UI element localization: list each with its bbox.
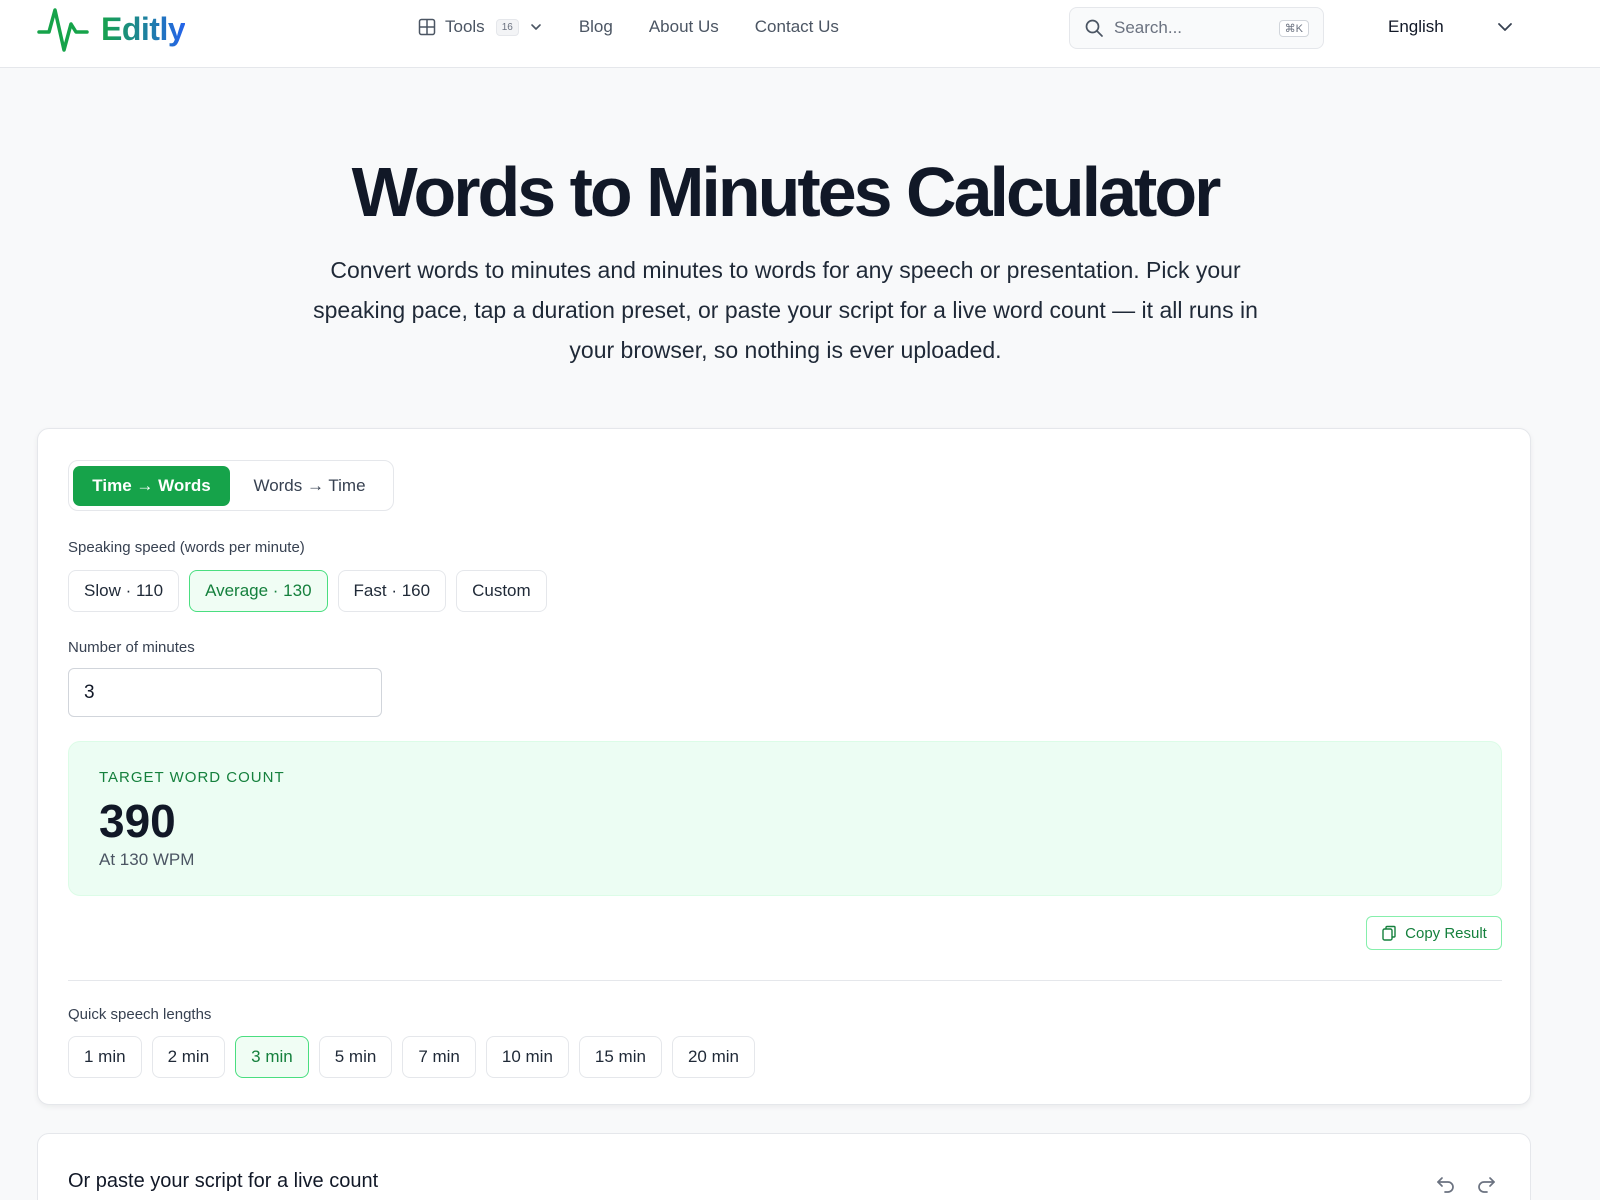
chevron-down-icon [531,24,541,30]
result-subtext: At 130 WPM [99,850,195,869]
copy-result-label: Copy Result [1405,924,1487,942]
search-shortcut-badge: ⌘K [1278,19,1309,37]
speed-slow-button[interactable]: Slow · 110 [68,570,180,612]
speed-custom-button[interactable]: Custom [456,570,547,612]
quick-lengths-label: Quick speech lengths [68,1006,212,1023]
result-value: 390 [99,795,176,847]
minutes-label: Number of minutes [68,639,195,656]
result-label: TARGET WORD COUNT [99,769,285,786]
logo[interactable]: Editly [37,4,186,54]
speed-average-button[interactable]: Average · 130 [189,570,328,612]
tools-count-badge: 16 [495,18,519,36]
page-subtitle: Convert words to minutes and minutes to … [313,257,1258,363]
nav-link-contact-us[interactable]: Contact Us [755,17,839,37]
redo-icon[interactable] [1475,1172,1497,1194]
pulse-logo-icon [37,8,89,52]
quick-1-min-button[interactable]: 1 min [68,1036,142,1078]
calculator-card: Time → Words Words → Time Speaking speed… [37,428,1531,1105]
divider [68,980,1502,981]
search-box[interactable]: ⌘K [1069,7,1324,49]
site-header: Editly Tools 16 Blog About Us Contact Us… [0,0,1600,68]
language-select[interactable]: English [1388,17,1444,37]
page-title: Words to Minutes Calculator [351,153,1222,231]
search-icon [1085,19,1103,37]
nav-tools-menu[interactable]: Tools 16 [418,17,543,37]
speed-fast-button[interactable]: Fast · 160 [337,570,447,612]
quick-10-min-button[interactable]: 10 min [485,1036,569,1078]
quick-7-min-button[interactable]: 7 min [402,1036,476,1078]
script-card: Or paste your script for a live count [37,1133,1531,1200]
quick-15-min-button[interactable]: 15 min [578,1036,662,1078]
mode-toggle: Time → Words Words → Time [68,460,394,511]
chevron-down-icon[interactable] [1496,18,1514,36]
quick-lengths-options: 1 min 2 min 3 min 5 min 7 min 10 min 15 … [68,1036,765,1078]
speed-label: Speaking speed (words per minute) [68,539,305,556]
quick-2-min-button[interactable]: 2 min [151,1036,226,1078]
nav-tools-label: Tools [445,17,485,36]
quick-3-min-button[interactable]: 3 min [235,1036,309,1078]
quick-5-min-button[interactable]: 5 min [318,1036,393,1078]
result-panel: TARGET WORD COUNT 390 At 130 WPM [68,741,1502,896]
copy-icon [1382,925,1396,941]
speed-options: Slow · 110 Average · 130 Fast · 160 Cust… [68,570,557,612]
search-input[interactable] [1114,18,1274,38]
mode-time-to-words-button[interactable]: Time → Words [73,465,230,506]
undo-icon[interactable] [1435,1172,1457,1194]
minutes-input[interactable] [68,668,382,717]
nav-link-blog[interactable]: Blog [579,17,613,37]
quick-20-min-button[interactable]: 20 min [671,1036,755,1078]
nav-link-about-us[interactable]: About Us [649,17,719,37]
copy-result-button[interactable]: Copy Result [1366,916,1502,950]
script-section-title: Or paste your script for a live count [68,1170,379,1192]
grid-icon [418,18,436,36]
mode-words-to-time-button[interactable]: Words → Time [230,466,389,506]
brand-name: Editly [101,10,186,47]
main-nav: Tools 16 Blog About Us Contact Us [418,17,839,37]
